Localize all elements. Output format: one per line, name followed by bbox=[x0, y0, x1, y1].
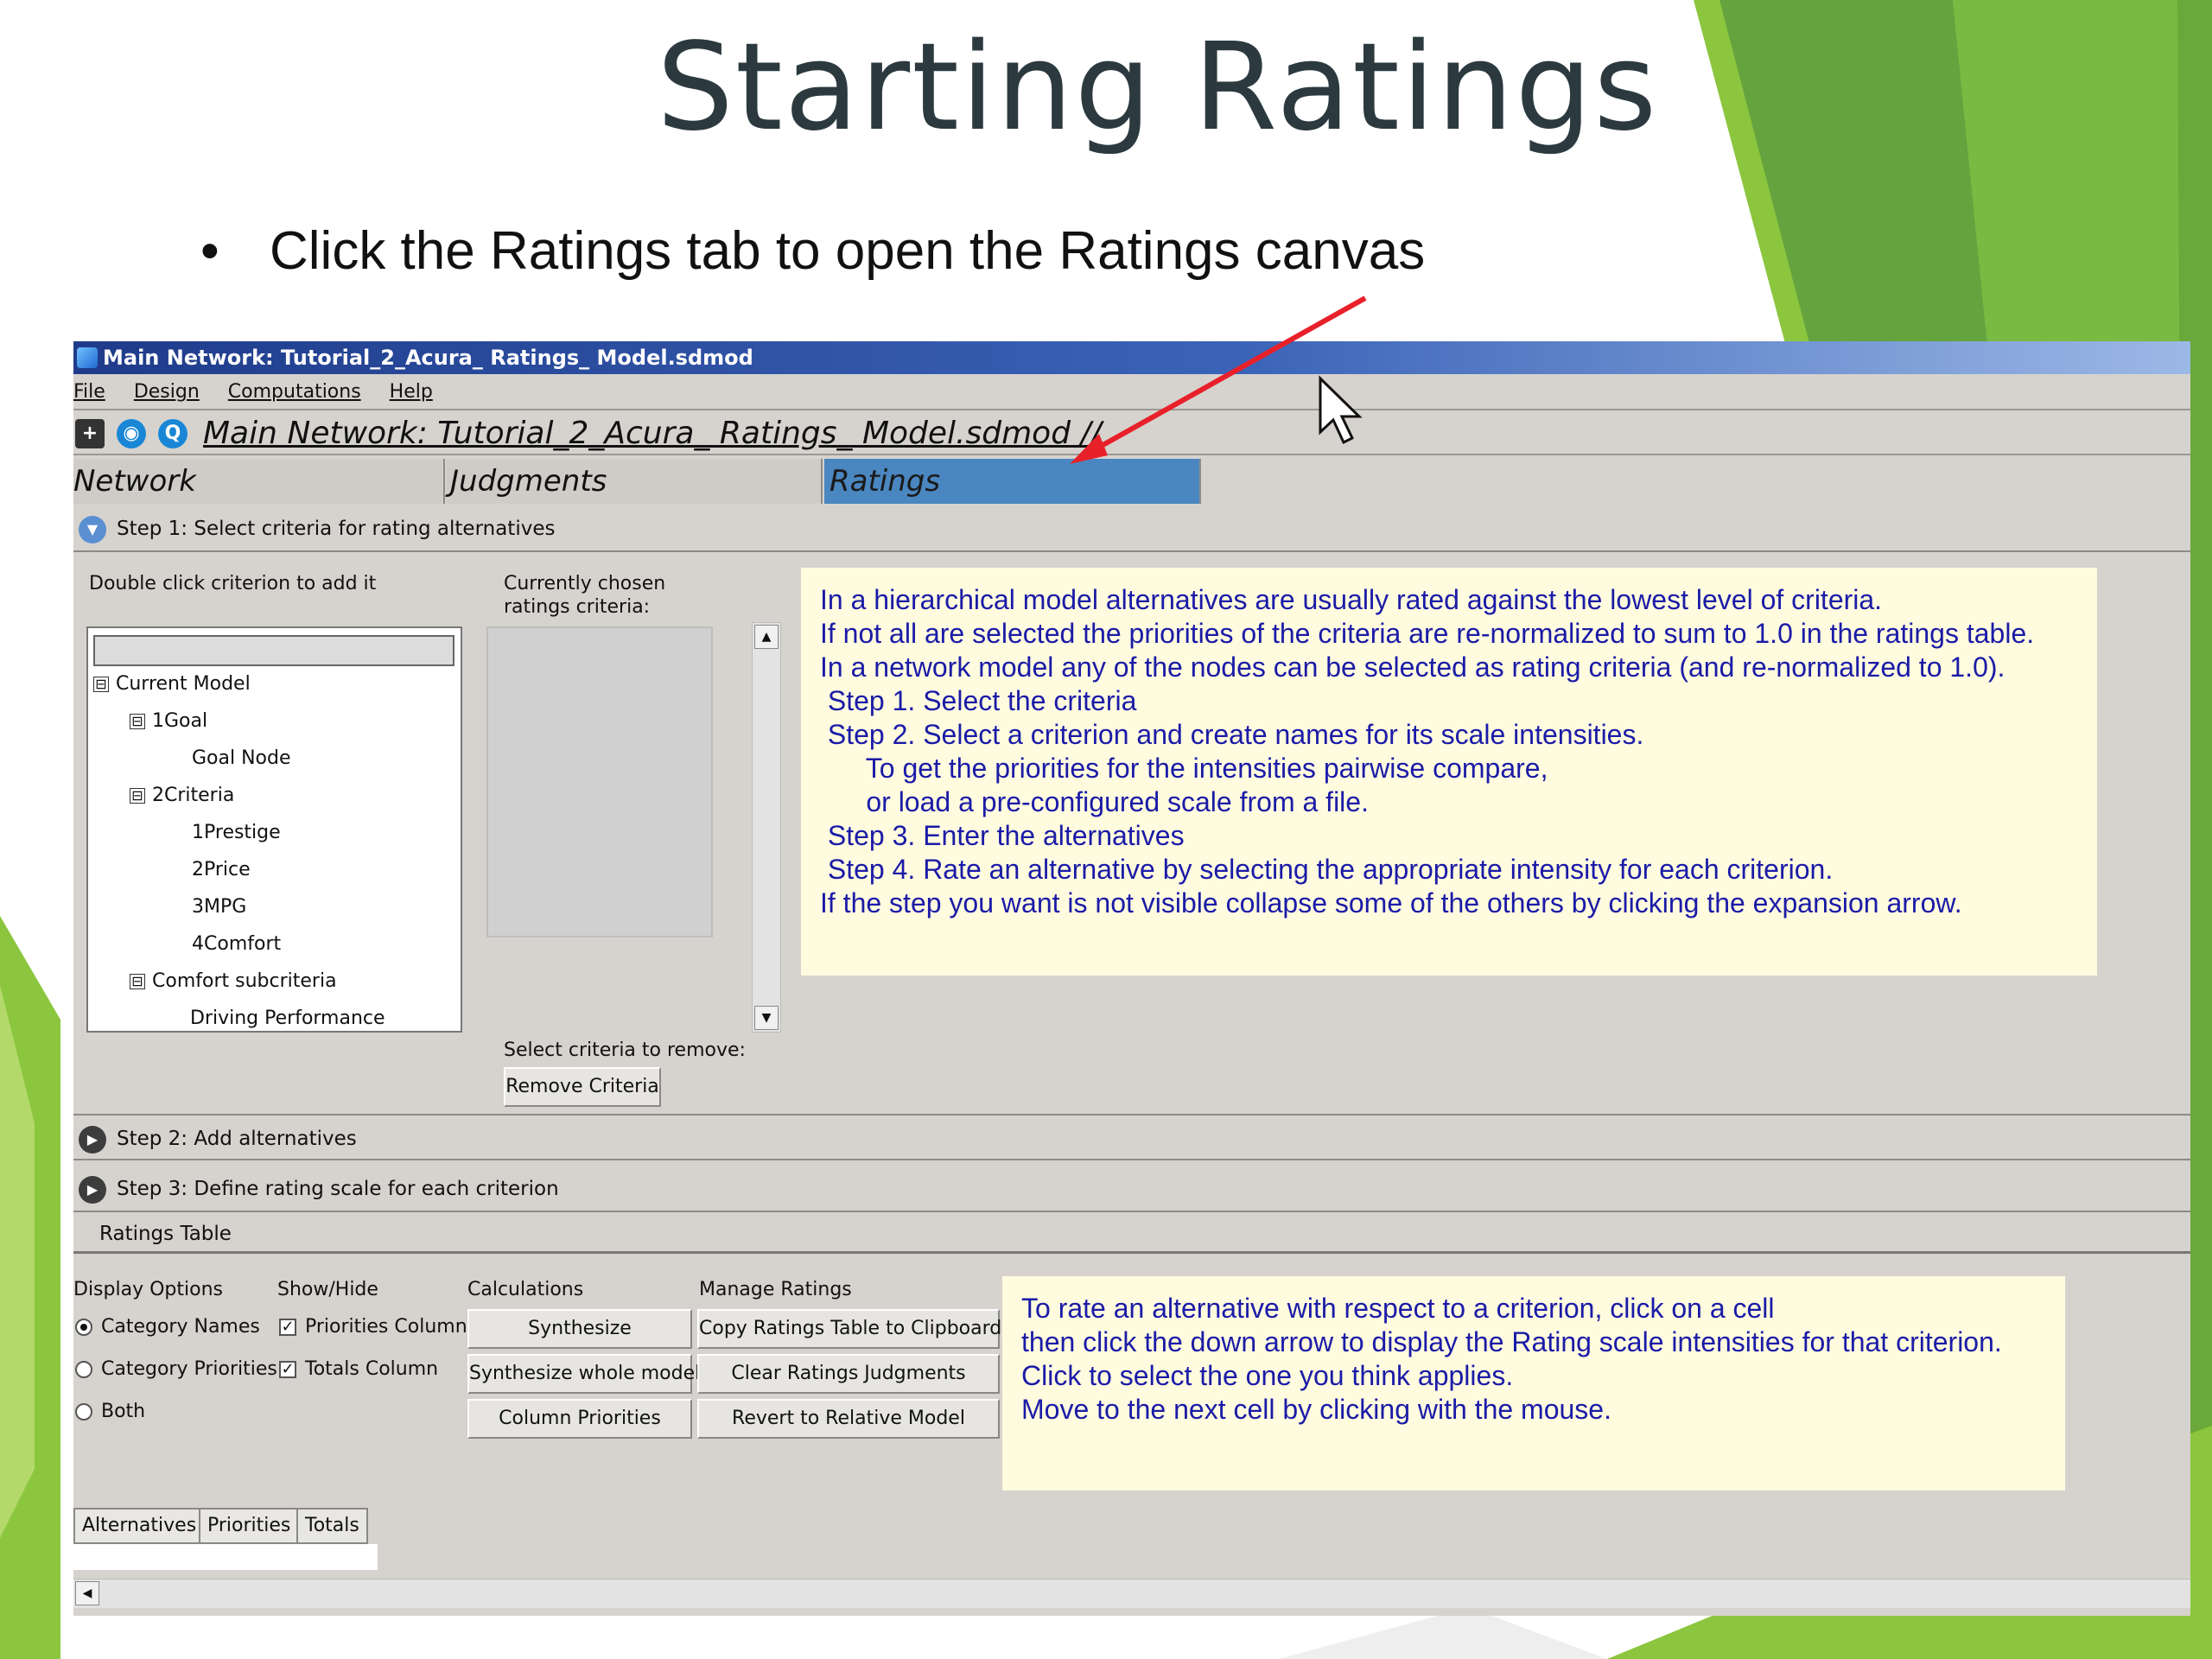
slide: Starting Ratings • Click the Ratings tab … bbox=[0, 0, 2212, 1659]
annotation-arrow bbox=[1070, 296, 1367, 464]
mouse-cursor-icon bbox=[1319, 375, 1363, 445]
